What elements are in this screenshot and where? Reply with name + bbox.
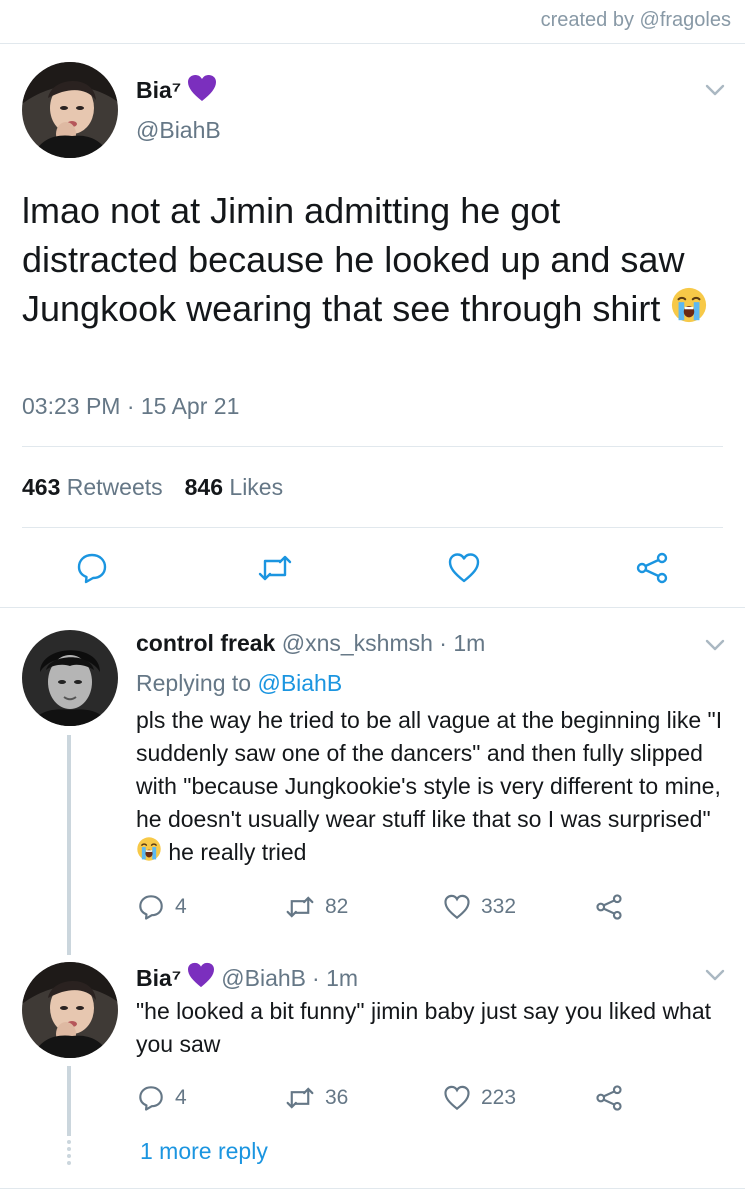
reply-author-name[interactable]: Bia⁷ — [136, 965, 181, 992]
replying-to-handle[interactable]: @BiahB — [257, 670, 342, 696]
replying-to: Replying to @BiahB — [136, 670, 342, 697]
reply-time: · 1m — [312, 964, 359, 991]
divider — [22, 527, 723, 528]
reply-author-name[interactable]: control freak — [136, 630, 275, 656]
heart-icon[interactable] — [447, 551, 481, 585]
tweet-text-content: lmao not at Jimin admitting he got distr… — [22, 190, 685, 329]
more-replies-link[interactable]: 1 more reply — [140, 1138, 268, 1165]
likes-stat[interactable]: 846 Likes — [185, 474, 283, 501]
thread-line — [67, 1066, 71, 1136]
heart-icon — [444, 1085, 470, 1111]
reply-author-handle[interactable]: @BiahB — [221, 965, 306, 992]
reply-button[interactable]: 4 — [137, 893, 187, 921]
reply-header: Bia⁷ @BiahB · 1m — [136, 962, 358, 994]
purple-heart-icon — [187, 74, 217, 107]
heart-icon — [444, 894, 470, 920]
divider — [22, 446, 723, 447]
reply-text-content-end: he really tried — [168, 839, 307, 865]
likes-count: 846 — [184, 474, 224, 500]
share-button[interactable] — [595, 893, 623, 921]
retweet-count: 82 — [325, 895, 349, 918]
like-button[interactable]: 332 — [443, 893, 516, 921]
loudly-crying-face-icon — [670, 286, 708, 336]
reply-button[interactable]: 4 — [137, 1084, 187, 1112]
share-icon — [596, 1085, 622, 1111]
chevron-down-icon[interactable] — [705, 968, 725, 982]
divider — [0, 43, 745, 44]
retweets-count: 463 — [22, 474, 61, 500]
author-name[interactable]: Bia⁷ — [136, 77, 181, 104]
like-button[interactable]: 223 — [443, 1084, 516, 1112]
reply-text: "he looked a bit funny" jimin baby just … — [136, 998, 712, 1057]
retweet-count: 36 — [325, 1086, 349, 1109]
likes-label: Likes — [229, 474, 284, 500]
reply-text-content: pls the way he tried to be all vague at … — [136, 707, 723, 832]
reply-icon — [139, 895, 163, 920]
retweet-button[interactable]: 36 — [285, 1084, 348, 1112]
retweets-stat[interactable]: 463 Retweets — [22, 474, 163, 501]
chevron-down-icon[interactable] — [705, 638, 725, 652]
loudly-crying-face-icon — [136, 836, 162, 871]
author-handle[interactable]: @BiahB — [136, 117, 221, 144]
tweet-stats: 463 Retweets 846 Likes — [22, 474, 283, 501]
retweet-icon — [286, 1087, 314, 1109]
reply-icon[interactable] — [75, 551, 109, 585]
reply-time: · 1m — [439, 630, 486, 656]
retweet-icon[interactable] — [257, 551, 292, 585]
more-replies-dots — [66, 1140, 72, 1168]
thread-line — [67, 735, 71, 955]
replying-to-label: Replying to — [136, 670, 252, 696]
divider — [0, 607, 745, 608]
reply-text: pls the way he tried to be all vague at … — [136, 704, 731, 871]
avatar[interactable] — [22, 62, 118, 158]
tweet-text: lmao not at Jimin admitting he got distr… — [22, 186, 722, 336]
reply-count: 4 — [175, 1086, 187, 1109]
divider — [0, 1188, 745, 1189]
share-icon[interactable] — [635, 551, 669, 585]
reply-header: control freak @xns_kshmsh · 1m — [136, 630, 485, 657]
reply-author-handle[interactable]: @xns_kshmsh — [282, 630, 433, 656]
purple-heart-icon — [187, 962, 215, 994]
author-name-row: Bia⁷ — [136, 74, 217, 107]
share-icon — [596, 894, 622, 920]
avatar[interactable] — [22, 962, 118, 1058]
avatar[interactable] — [22, 630, 118, 726]
chevron-down-icon[interactable] — [705, 83, 725, 97]
credit: created by @fragoles — [540, 9, 731, 31]
retweet-button[interactable]: 82 — [285, 893, 348, 921]
tweet-timestamp[interactable]: 03:23 PM · 15 Apr 21 — [22, 393, 239, 420]
retweet-icon — [286, 896, 314, 918]
share-button[interactable] — [595, 1084, 623, 1112]
reply-icon — [139, 1086, 163, 1111]
like-count: 223 — [481, 1086, 517, 1109]
retweets-label: Retweets — [66, 474, 163, 500]
like-count: 332 — [481, 895, 517, 918]
reply-count: 4 — [175, 895, 187, 918]
